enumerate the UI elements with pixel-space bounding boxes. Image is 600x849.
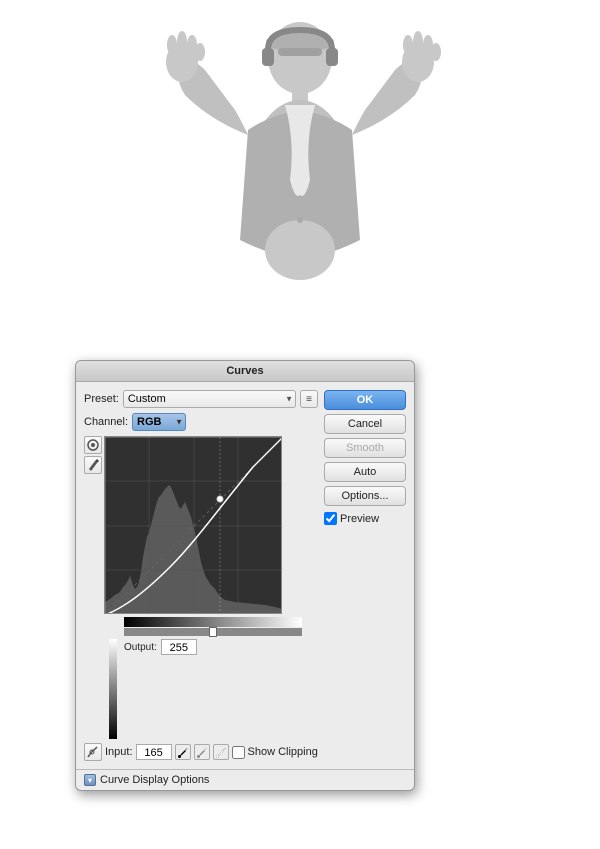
- curve-select-tool[interactable]: [84, 436, 102, 454]
- dialog-left-panel: Preset: Custom Default Strong Contrast ▼…: [84, 390, 318, 761]
- channel-select-wrap[interactable]: RGB Red Green Blue ▼: [132, 413, 186, 431]
- options-button[interactable]: Options...: [324, 486, 406, 506]
- output-label: Output:: [124, 642, 157, 653]
- curve-container: Output: 255: [84, 436, 318, 739]
- dialog-titlebar: Curves: [76, 361, 414, 382]
- output-value[interactable]: 255: [161, 639, 197, 655]
- preview-checkbox[interactable]: [324, 512, 337, 525]
- ok-button[interactable]: OK: [324, 390, 406, 410]
- dialog-right-panel: OK Cancel Smooth Auto Options... Preview: [324, 390, 406, 761]
- input-label: Input:: [105, 746, 133, 758]
- dialog-body: Preset: Custom Default Strong Contrast ▼…: [76, 382, 414, 769]
- show-clipping-wrap: Show Clipping: [232, 746, 318, 759]
- input-value[interactable]: 165: [136, 744, 172, 760]
- preset-row: Preset: Custom Default Strong Contrast ▼…: [84, 390, 318, 408]
- curve-display-options-label: Curve Display Options: [100, 774, 209, 786]
- auto-button[interactable]: Auto: [324, 462, 406, 482]
- preset-label: Preset:: [84, 393, 119, 405]
- preview-label: Preview: [340, 513, 379, 525]
- black-point-eyedropper[interactable]: [175, 744, 191, 760]
- curve-display-collapse-button[interactable]: ▾: [84, 774, 96, 786]
- curve-display-options-row: ▾ Curve Display Options: [76, 769, 414, 790]
- curve-pencil-tool[interactable]: [84, 456, 102, 474]
- show-clipping-checkbox[interactable]: [232, 746, 245, 759]
- output-gradient: [109, 639, 117, 739]
- cancel-button[interactable]: Cancel: [324, 414, 406, 434]
- curve-graph[interactable]: [104, 436, 282, 614]
- gradient-bars: [104, 615, 318, 636]
- curve-tools: [84, 436, 102, 739]
- curve-node-small-tool[interactable]: [84, 743, 102, 761]
- preset-select[interactable]: Custom Default Strong Contrast: [123, 390, 296, 408]
- gray-point-eyedropper[interactable]: [194, 744, 210, 760]
- output-col: [104, 639, 122, 739]
- channel-select[interactable]: RGB Red Green Blue: [132, 413, 186, 431]
- smooth-button[interactable]: Smooth: [324, 438, 406, 458]
- dialog-title: Curves: [226, 365, 263, 377]
- preview-row: Preview: [324, 512, 406, 525]
- channel-row: Channel: RGB Red Green Blue ▼: [84, 413, 318, 431]
- show-clipping-label: Show Clipping: [248, 746, 318, 758]
- output-input-row: Output: 255: [104, 639, 318, 739]
- channel-label: Channel:: [84, 416, 128, 428]
- preset-select-wrap[interactable]: Custom Default Strong Contrast ▼: [123, 390, 296, 408]
- bottom-controls-row: Input: 165 Show Clipping: [84, 743, 318, 761]
- curves-dialog: Curves Preset: Custom Default Strong Con…: [75, 360, 415, 791]
- output-field-row: Output: 255: [124, 639, 197, 655]
- input-gradient-bar: [124, 615, 302, 636]
- white-point-eyedropper[interactable]: [213, 744, 229, 760]
- io-fields: Output: 255: [124, 639, 197, 658]
- figure-top: [130, 20, 470, 365]
- preset-menu-button[interactable]: ≡: [300, 390, 318, 408]
- curve-graph-wrap: Output: 255: [104, 436, 318, 739]
